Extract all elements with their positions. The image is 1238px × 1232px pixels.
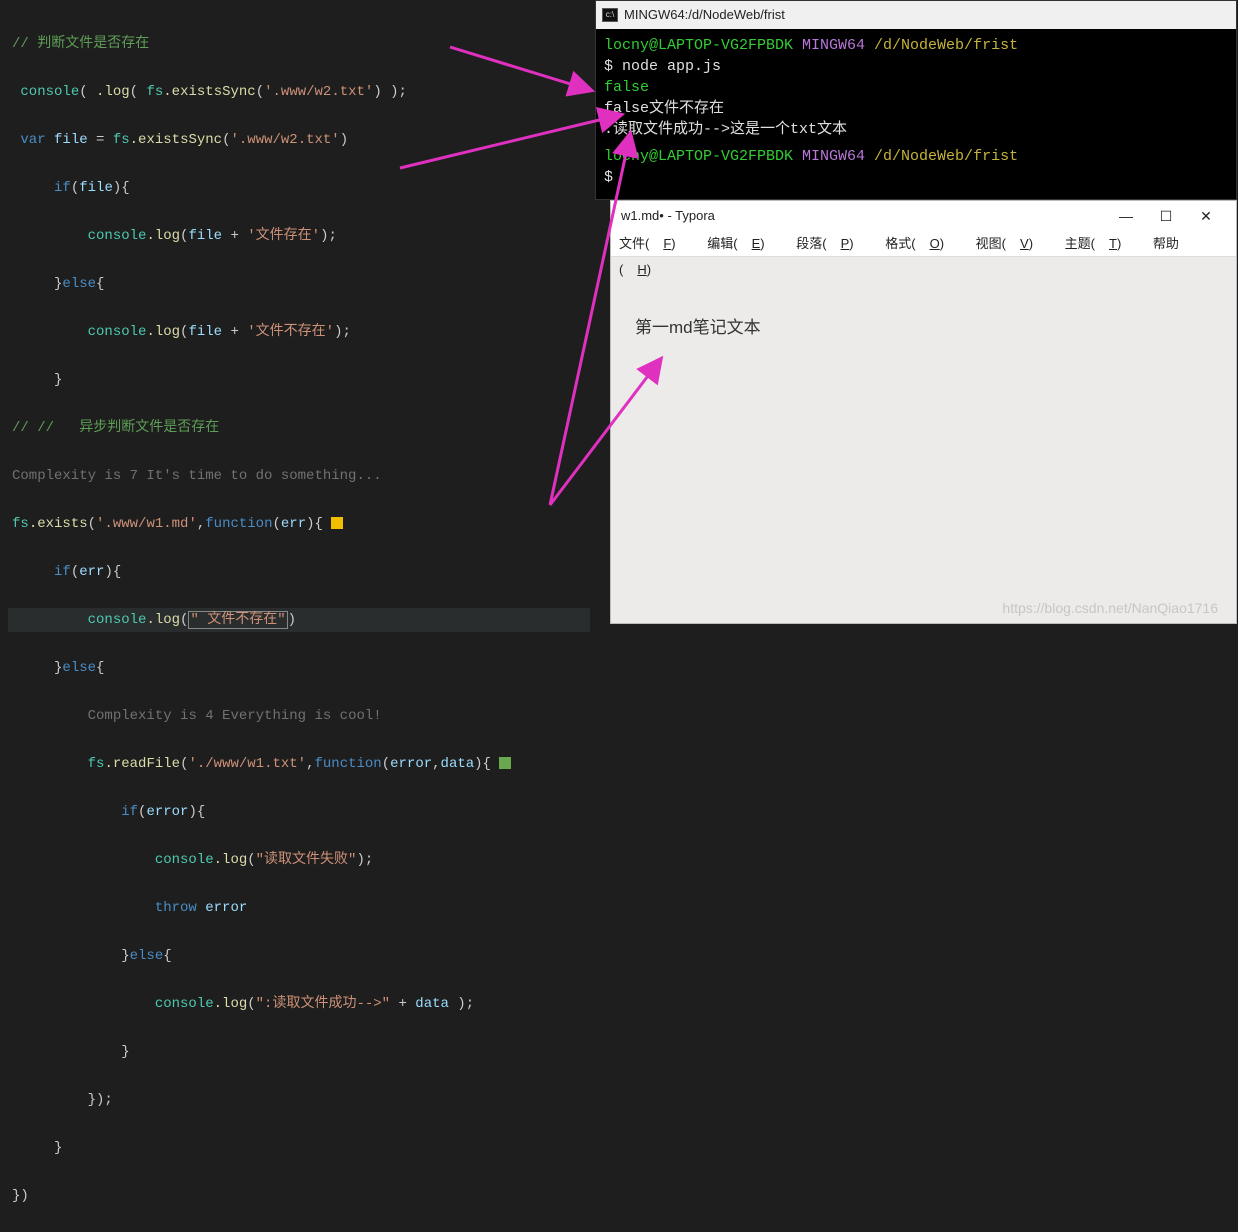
typora-menubar[interactable]: 文件(F) 编辑(E) 段落(P) 格式(O) 视图(V) 主题(T) 帮助(H…	[611, 231, 1236, 257]
typora-titlebar: w1.md• - Typora — ☐ ✕	[611, 201, 1236, 231]
menu-file[interactable]: 文件(F)	[619, 236, 690, 251]
terminal-command: $ node app.js	[604, 56, 1228, 77]
minimize-button[interactable]: —	[1106, 201, 1146, 231]
watermark: https://blog.csdn.net/NanQiao1716	[1002, 600, 1218, 616]
comment: // 判断文件是否存在	[12, 36, 149, 52]
terminal-prompt: $	[604, 167, 1228, 188]
terminal-out-3: :读取文件成功-->这是一个txt文本	[604, 119, 1228, 140]
typora-title-text: w1.md• - Typora	[621, 201, 715, 231]
terminal-output[interactable]: locny@LAPTOP-VG2FPBDK MINGW64 /d/NodeWeb…	[596, 29, 1236, 194]
menu-theme[interactable]: 主题(T)	[1065, 236, 1136, 251]
terminal-out-2: false文件不存在	[604, 98, 1228, 119]
complexity-ok-icon	[499, 757, 511, 769]
terminal-titlebar: c:\ MINGW64:/d/NodeWeb/frist	[596, 1, 1236, 29]
code-editor[interactable]: // 判断文件是否存在 console( .log..loglog( fs.ex…	[0, 0, 590, 624]
typora-window[interactable]: w1.md• - Typora — ☐ ✕ 文件(F) 编辑(E) 段落(P) …	[610, 200, 1237, 624]
menu-view[interactable]: 视图(V)	[976, 236, 1047, 251]
terminal-out-1: false	[604, 77, 1228, 98]
typora-text: 第一md笔记文本	[635, 318, 761, 337]
menu-paragraph[interactable]: 段落(P)	[796, 236, 867, 251]
terminal-title-text: MINGW64:/d/NodeWeb/frist	[624, 1, 785, 29]
close-button[interactable]: ✕	[1186, 201, 1226, 231]
typora-content[interactable]: 第一md笔记文本	[611, 257, 1236, 394]
terminal-window[interactable]: c:\ MINGW64:/d/NodeWeb/frist locny@LAPTO…	[595, 0, 1237, 200]
terminal-icon: c:\	[602, 8, 618, 22]
complexity-warn-icon	[331, 517, 343, 529]
maximize-button[interactable]: ☐	[1146, 201, 1186, 231]
menu-edit[interactable]: 编辑(E)	[707, 236, 778, 251]
menu-format[interactable]: 格式(O)	[885, 236, 958, 251]
